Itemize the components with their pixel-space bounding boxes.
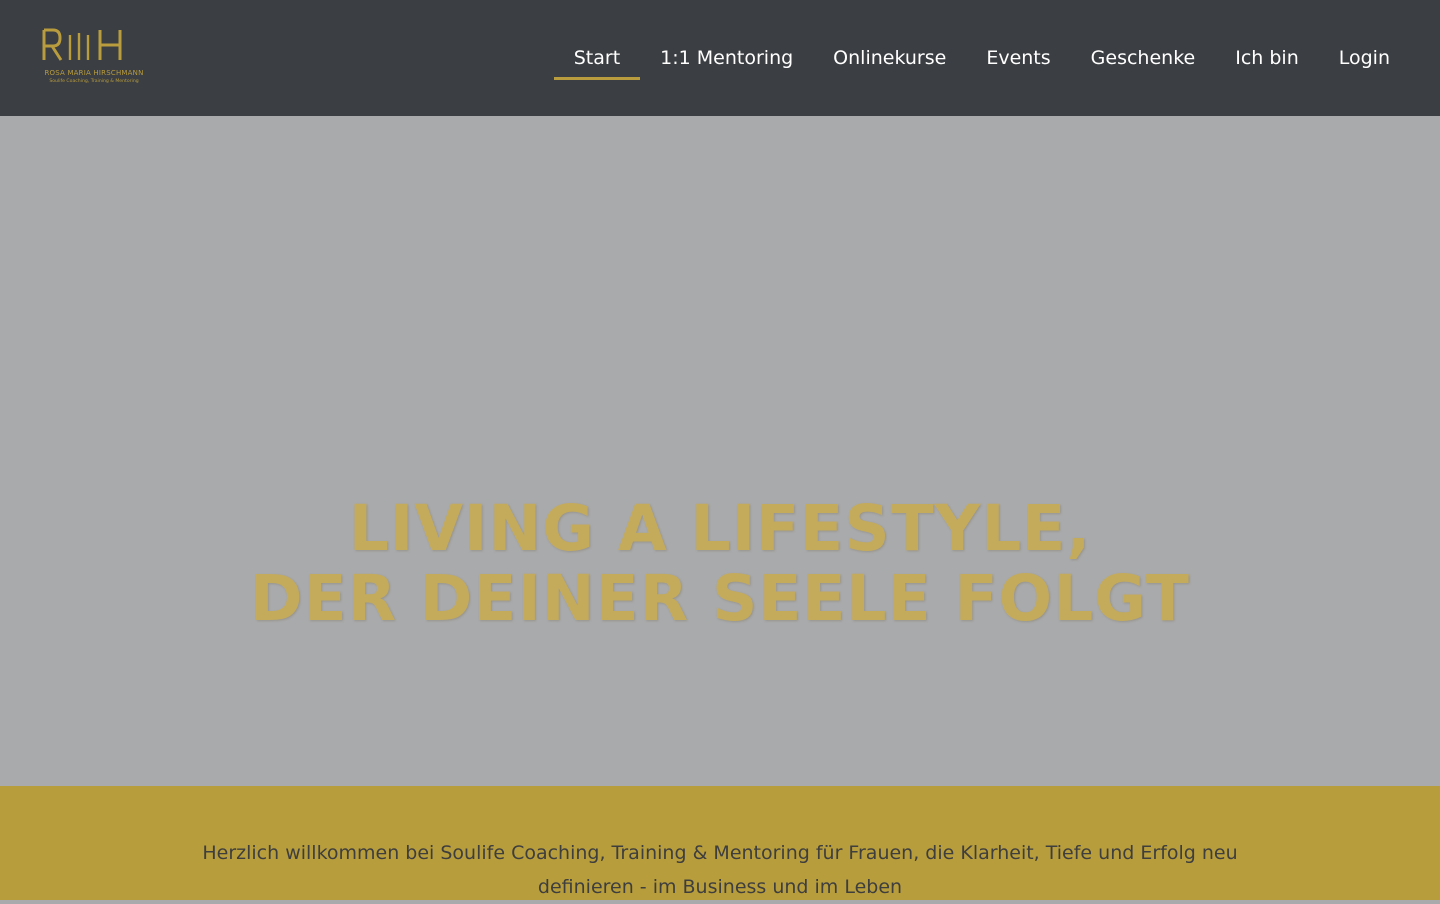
hero-headline: LIVING A LIFESTYLE, DER DEINER SEELE FOL… (0, 494, 1440, 634)
nav-item-onlinekurse[interactable]: Onlinekurse (813, 36, 966, 80)
nav-item-mentoring[interactable]: 1:1 Mentoring (640, 36, 813, 80)
intro-text: Herzlich willkommen bei Soulife Coaching… (202, 842, 1238, 898)
hero-headline-line-1: LIVING A LIFESTYLE, (348, 492, 1092, 565)
intro-section: Herzlich willkommen bei Soulife Coaching… (0, 786, 1440, 900)
nav-item-start[interactable]: Start (553, 36, 641, 80)
hero-headline-line-2: DER DEINER SEELE FOLGT (250, 562, 1190, 635)
nav-item-geschenke[interactable]: Geschenke (1071, 36, 1216, 80)
brand-logo[interactable]: ROSA MARIA HIRSCHMANN Soulife Coaching, … (42, 28, 150, 92)
brand-name: ROSA MARIA HIRSCHMANN (44, 69, 144, 77)
nav-item-events[interactable]: Events (966, 36, 1070, 80)
main-nav: Start 1:1 Mentoring Onlinekurse Events G… (553, 36, 1410, 80)
hero-section: LIVING A LIFESTYLE, DER DEINER SEELE FOL… (0, 116, 1440, 786)
nav-item-ich-bin[interactable]: Ich bin (1215, 36, 1319, 80)
nav-item-login[interactable]: Login (1319, 36, 1410, 80)
brand-tagline: Soulife Coaching, Training & Mentoring (49, 79, 139, 84)
site-header: ROSA MARIA HIRSCHMANN Soulife Coaching, … (0, 0, 1440, 116)
rmh-logo-icon (42, 28, 122, 61)
